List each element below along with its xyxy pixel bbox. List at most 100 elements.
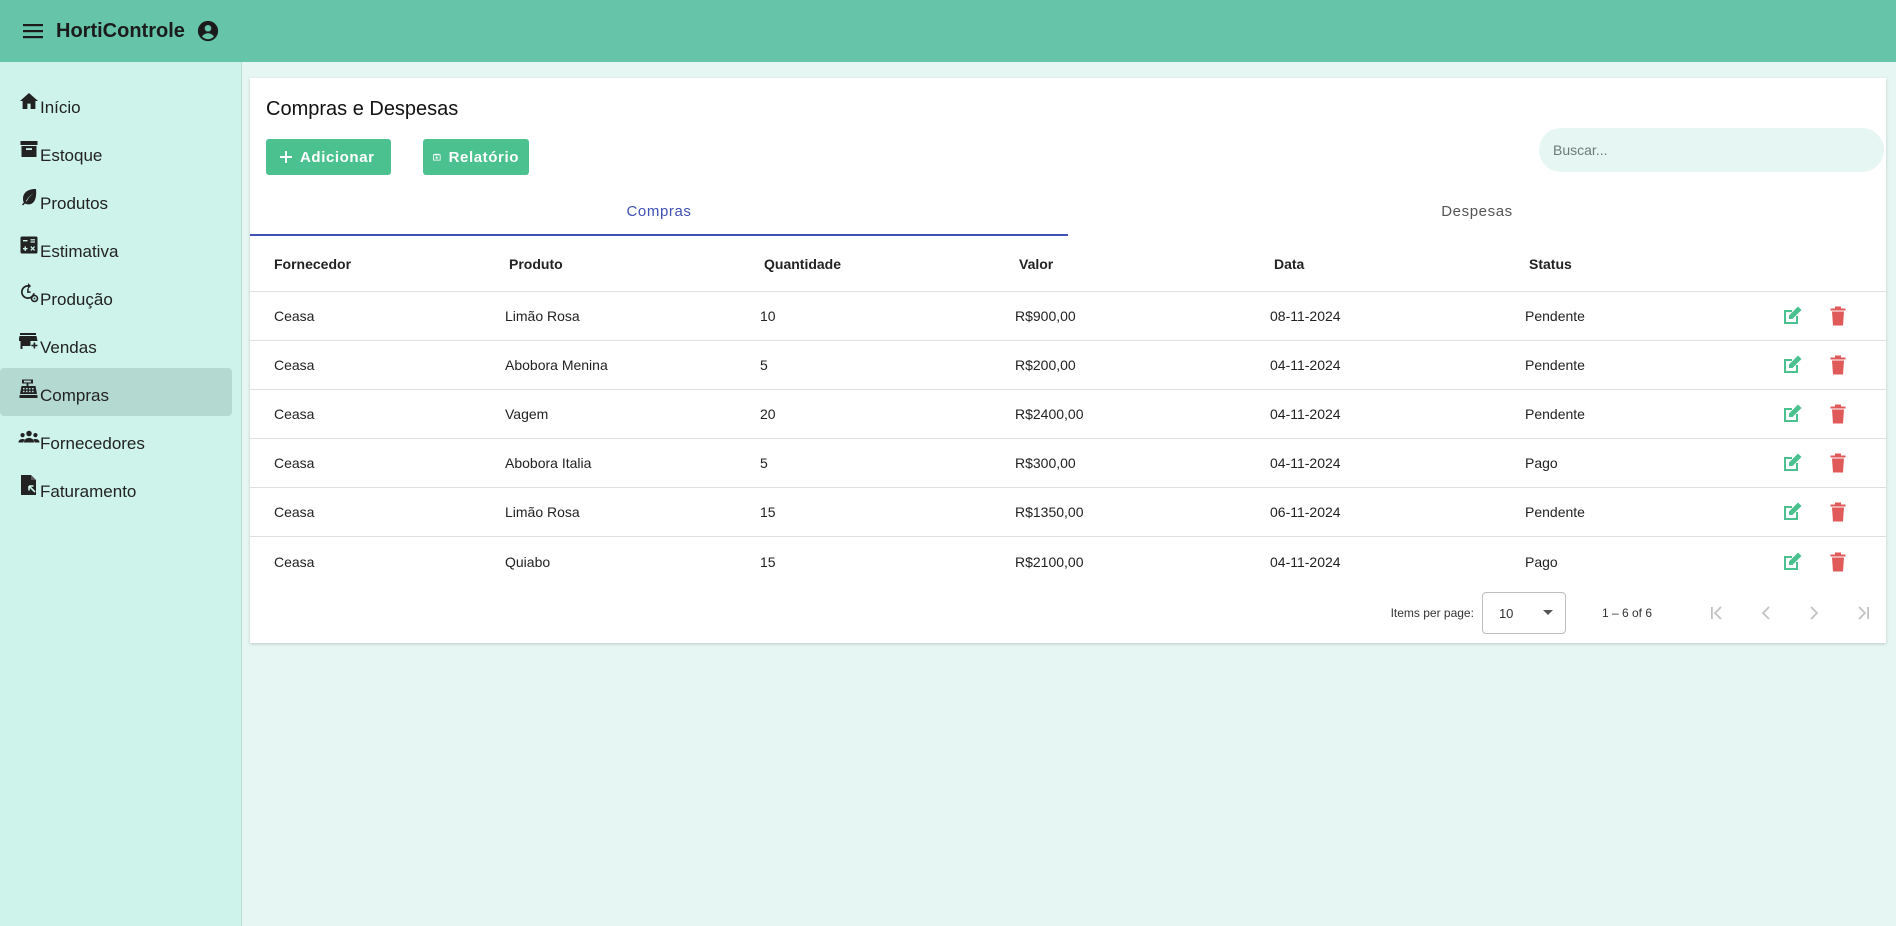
items-per-page-select[interactable]: 10	[1481, 592, 1566, 634]
row-actions	[1780, 550, 1886, 574]
edit-icon[interactable]	[1780, 304, 1804, 328]
top-app-bar: HortiControle	[0, 0, 1896, 62]
cell-fornecedor: Ceasa	[274, 504, 315, 520]
table-row: Ceasa Limão Rosa 15 R$1350,00 06-11-2024…	[250, 488, 1886, 537]
edit-icon[interactable]	[1780, 402, 1804, 426]
report-icon	[433, 153, 441, 161]
cell-valor: R$900,00	[1015, 308, 1076, 324]
cell-valor: R$2100,00	[1015, 553, 1084, 570]
report-button-label: Relatório	[448, 148, 519, 166]
sidebar: Início Estoque Produtos Estimativa Produ…	[0, 62, 242, 926]
cell-status: Pago	[1525, 553, 1558, 570]
sidebar-item-faturamento[interactable]: Faturamento	[0, 464, 232, 512]
delete-icon[interactable]	[1826, 500, 1850, 524]
delete-icon[interactable]	[1826, 304, 1850, 328]
table-row: Ceasa Quiabo 15 R$2100,00 04-11-2024 Pag…	[250, 537, 1886, 586]
delete-icon[interactable]	[1826, 451, 1850, 475]
cell-produto: Abobora Menina	[505, 357, 608, 373]
sidebar-item-label: Vendas	[40, 338, 97, 357]
last-page-icon[interactable]	[1838, 593, 1886, 633]
home-icon	[18, 90, 40, 112]
row-actions	[1780, 500, 1886, 524]
cell-status: Pendente	[1525, 504, 1585, 520]
tab-bar: Compras Despesas	[250, 187, 1886, 236]
row-actions	[1780, 304, 1886, 328]
cell-quantidade: 15	[760, 553, 776, 570]
cell-data: 04-11-2024	[1270, 357, 1341, 373]
edit-icon[interactable]	[1780, 500, 1804, 524]
edit-icon[interactable]	[1780, 451, 1804, 475]
sidebar-item-label: Estoque	[40, 146, 103, 165]
tab-despesas[interactable]: Despesas	[1068, 187, 1886, 236]
row-actions	[1780, 402, 1886, 426]
cell-fornecedor: Ceasa	[274, 406, 315, 422]
next-page-icon[interactable]	[1790, 593, 1838, 633]
cell-quantidade: 15	[760, 504, 776, 520]
cell-fornecedor: Ceasa	[274, 308, 315, 324]
main-card: Compras e Despesas Adicionar Relatório C…	[250, 78, 1886, 643]
add-button[interactable]: Adicionar	[266, 139, 391, 175]
sidebar-item-estimativa[interactable]: Estimativa	[0, 224, 232, 272]
column-header-fornecedor[interactable]: Fornecedor	[250, 256, 505, 272]
cell-produto: Limão Rosa	[505, 308, 580, 324]
table-row: Ceasa Abobora Menina 5 R$200,00 04-11-20…	[250, 341, 1886, 390]
store-icon	[18, 330, 40, 352]
column-header-produto[interactable]: Produto	[505, 256, 760, 272]
row-actions	[1780, 451, 1886, 475]
table-header-row: Fornecedor Produto Quantidade Valor Data…	[250, 236, 1886, 292]
cell-status: Pendente	[1525, 406, 1585, 422]
account-circle-icon[interactable]	[195, 18, 221, 44]
column-header-quantidade[interactable]: Quantidade	[760, 256, 1015, 272]
column-header-valor[interactable]: Valor	[1015, 256, 1270, 272]
cell-quantidade: 5	[760, 455, 768, 471]
cell-data: 04-11-2024	[1270, 455, 1341, 471]
sidebar-item-compras[interactable]: Compras	[0, 368, 232, 416]
tab-compras[interactable]: Compras	[250, 187, 1068, 236]
cash-register-icon	[18, 378, 40, 400]
leaf-icon	[18, 186, 40, 208]
sidebar-item-label: Produção	[40, 290, 113, 309]
cell-fornecedor: Ceasa	[274, 553, 315, 570]
report-button[interactable]: Relatório	[423, 139, 529, 175]
cell-fornecedor: Ceasa	[274, 357, 315, 373]
delete-icon[interactable]	[1826, 550, 1850, 574]
app-title: HortiControle	[56, 19, 185, 42]
cell-produto: Abobora Italia	[505, 455, 592, 471]
previous-page-icon[interactable]	[1742, 593, 1790, 633]
sidebar-item-estoque[interactable]: Estoque	[0, 128, 232, 176]
delete-icon[interactable]	[1826, 402, 1850, 426]
items-per-page-value: 10	[1498, 605, 1514, 621]
cell-valor: R$300,00	[1015, 455, 1076, 471]
sidebar-item-inicio[interactable]: Início	[0, 80, 232, 128]
row-actions	[1780, 353, 1886, 377]
invoice-icon	[18, 474, 40, 496]
groups-icon	[18, 426, 40, 448]
history-settings-icon	[18, 282, 40, 304]
edit-icon[interactable]	[1780, 550, 1804, 574]
page-range-label: 1 – 6 of 6	[1601, 606, 1652, 620]
delete-icon[interactable]	[1826, 353, 1850, 377]
search-input[interactable]	[1539, 128, 1884, 172]
sidebar-item-vendas[interactable]: Vendas	[0, 320, 232, 368]
cell-status: Pendente	[1525, 357, 1585, 373]
purchases-table: Fornecedor Produto Quantidade Valor Data…	[250, 236, 1886, 586]
menu-icon[interactable]	[18, 16, 48, 46]
edit-icon[interactable]	[1780, 353, 1804, 377]
sidebar-item-label: Faturamento	[40, 482, 137, 501]
cell-valor: R$1350,00	[1015, 504, 1084, 520]
table-row: Ceasa Vagem 20 R$2400,00 04-11-2024 Pend…	[250, 390, 1886, 439]
sidebar-item-fornecedores[interactable]: Fornecedores	[0, 416, 232, 464]
sidebar-nav-list: Início Estoque Produtos Estimativa Produ…	[0, 62, 241, 512]
column-header-data[interactable]: Data	[1270, 256, 1525, 272]
column-header-status[interactable]: Status	[1525, 256, 1780, 272]
cell-data: 04-11-2024	[1270, 406, 1341, 422]
sidebar-item-label: Produtos	[40, 194, 109, 213]
archive-icon	[18, 138, 40, 160]
sidebar-item-label: Início	[40, 98, 81, 117]
first-page-icon[interactable]	[1694, 593, 1742, 633]
cell-data: 08-11-2024	[1270, 308, 1341, 324]
cell-quantidade: 10	[760, 308, 776, 324]
sidebar-item-label: Estimativa	[40, 242, 119, 261]
sidebar-item-produtos[interactable]: Produtos	[0, 176, 232, 224]
sidebar-item-producao[interactable]: Produção	[0, 272, 232, 320]
